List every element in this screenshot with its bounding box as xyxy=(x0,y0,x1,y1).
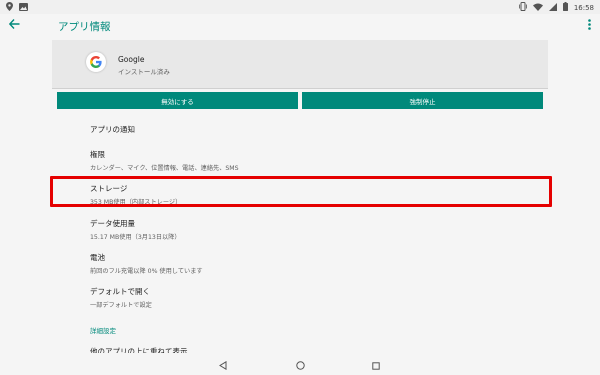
nav-home-button[interactable] xyxy=(292,356,308,372)
overflow-menu-button[interactable] xyxy=(584,18,594,34)
settings-row-data-usage[interactable]: データ使用量 15.17 MB使用（3月13日以降） xyxy=(90,218,181,241)
row-subtitle: 15.17 MB使用（3月13日以降） xyxy=(90,234,181,241)
image-icon xyxy=(19,2,28,13)
back-button[interactable] xyxy=(6,18,22,34)
location-icon xyxy=(6,2,13,13)
row-title: 電池 xyxy=(90,253,105,262)
row-subtitle: 前回のフル充電以降 0% 使用しています xyxy=(90,268,203,275)
advanced-section-label: 詳細設定 xyxy=(90,327,116,335)
vibrate-icon xyxy=(518,2,527,13)
force-stop-button[interactable]: 強制停止 xyxy=(302,92,543,109)
app-bar: アプリ情報 xyxy=(0,14,600,40)
row-subtitle: カレンダー、マイク、位置情報、電話、連絡先、SMS xyxy=(90,165,239,172)
row-title: データ使用量 xyxy=(90,219,135,228)
settings-row-notifications[interactable]: アプリの通知 xyxy=(90,124,135,135)
storage-highlight-box xyxy=(50,176,552,207)
app-name: Google xyxy=(118,55,145,64)
nav-recents-button[interactable] xyxy=(368,356,384,372)
row-title: アプリの通知 xyxy=(90,125,135,134)
page-title: アプリ情報 xyxy=(58,21,111,33)
nav-back-button[interactable] xyxy=(215,356,231,372)
navigation-bar xyxy=(0,353,600,375)
more-vert-icon xyxy=(587,19,591,33)
triangle-back-icon xyxy=(219,355,227,374)
install-status: インストール済み xyxy=(118,68,170,76)
wifi-icon xyxy=(532,3,543,13)
status-bar: 16:58 xyxy=(0,0,600,14)
settings-row-permissions[interactable]: 権限 カレンダー、マイク、位置情報、電話、連絡先、SMS xyxy=(90,149,239,172)
google-logo-icon xyxy=(86,52,106,72)
row-title: 権限 xyxy=(90,150,105,159)
status-time: 16:58 xyxy=(573,3,594,12)
signal-icon xyxy=(548,2,557,13)
row-subtitle: 一部デフォルトで設定 xyxy=(90,302,152,309)
settings-row-open-by-default[interactable]: デフォルトで開く 一部デフォルトで設定 xyxy=(90,286,152,309)
settings-row-battery[interactable]: 電池 前回のフル充電以降 0% 使用しています xyxy=(90,252,203,275)
row-title: デフォルトで開く xyxy=(90,287,150,296)
disable-button[interactable]: 無効にする xyxy=(57,92,298,109)
app-header: Google インストール済み xyxy=(52,40,548,89)
circle-home-icon xyxy=(295,355,305,374)
arrow-left-icon xyxy=(8,18,20,33)
battery-icon xyxy=(562,2,568,13)
square-recents-icon xyxy=(372,355,380,374)
